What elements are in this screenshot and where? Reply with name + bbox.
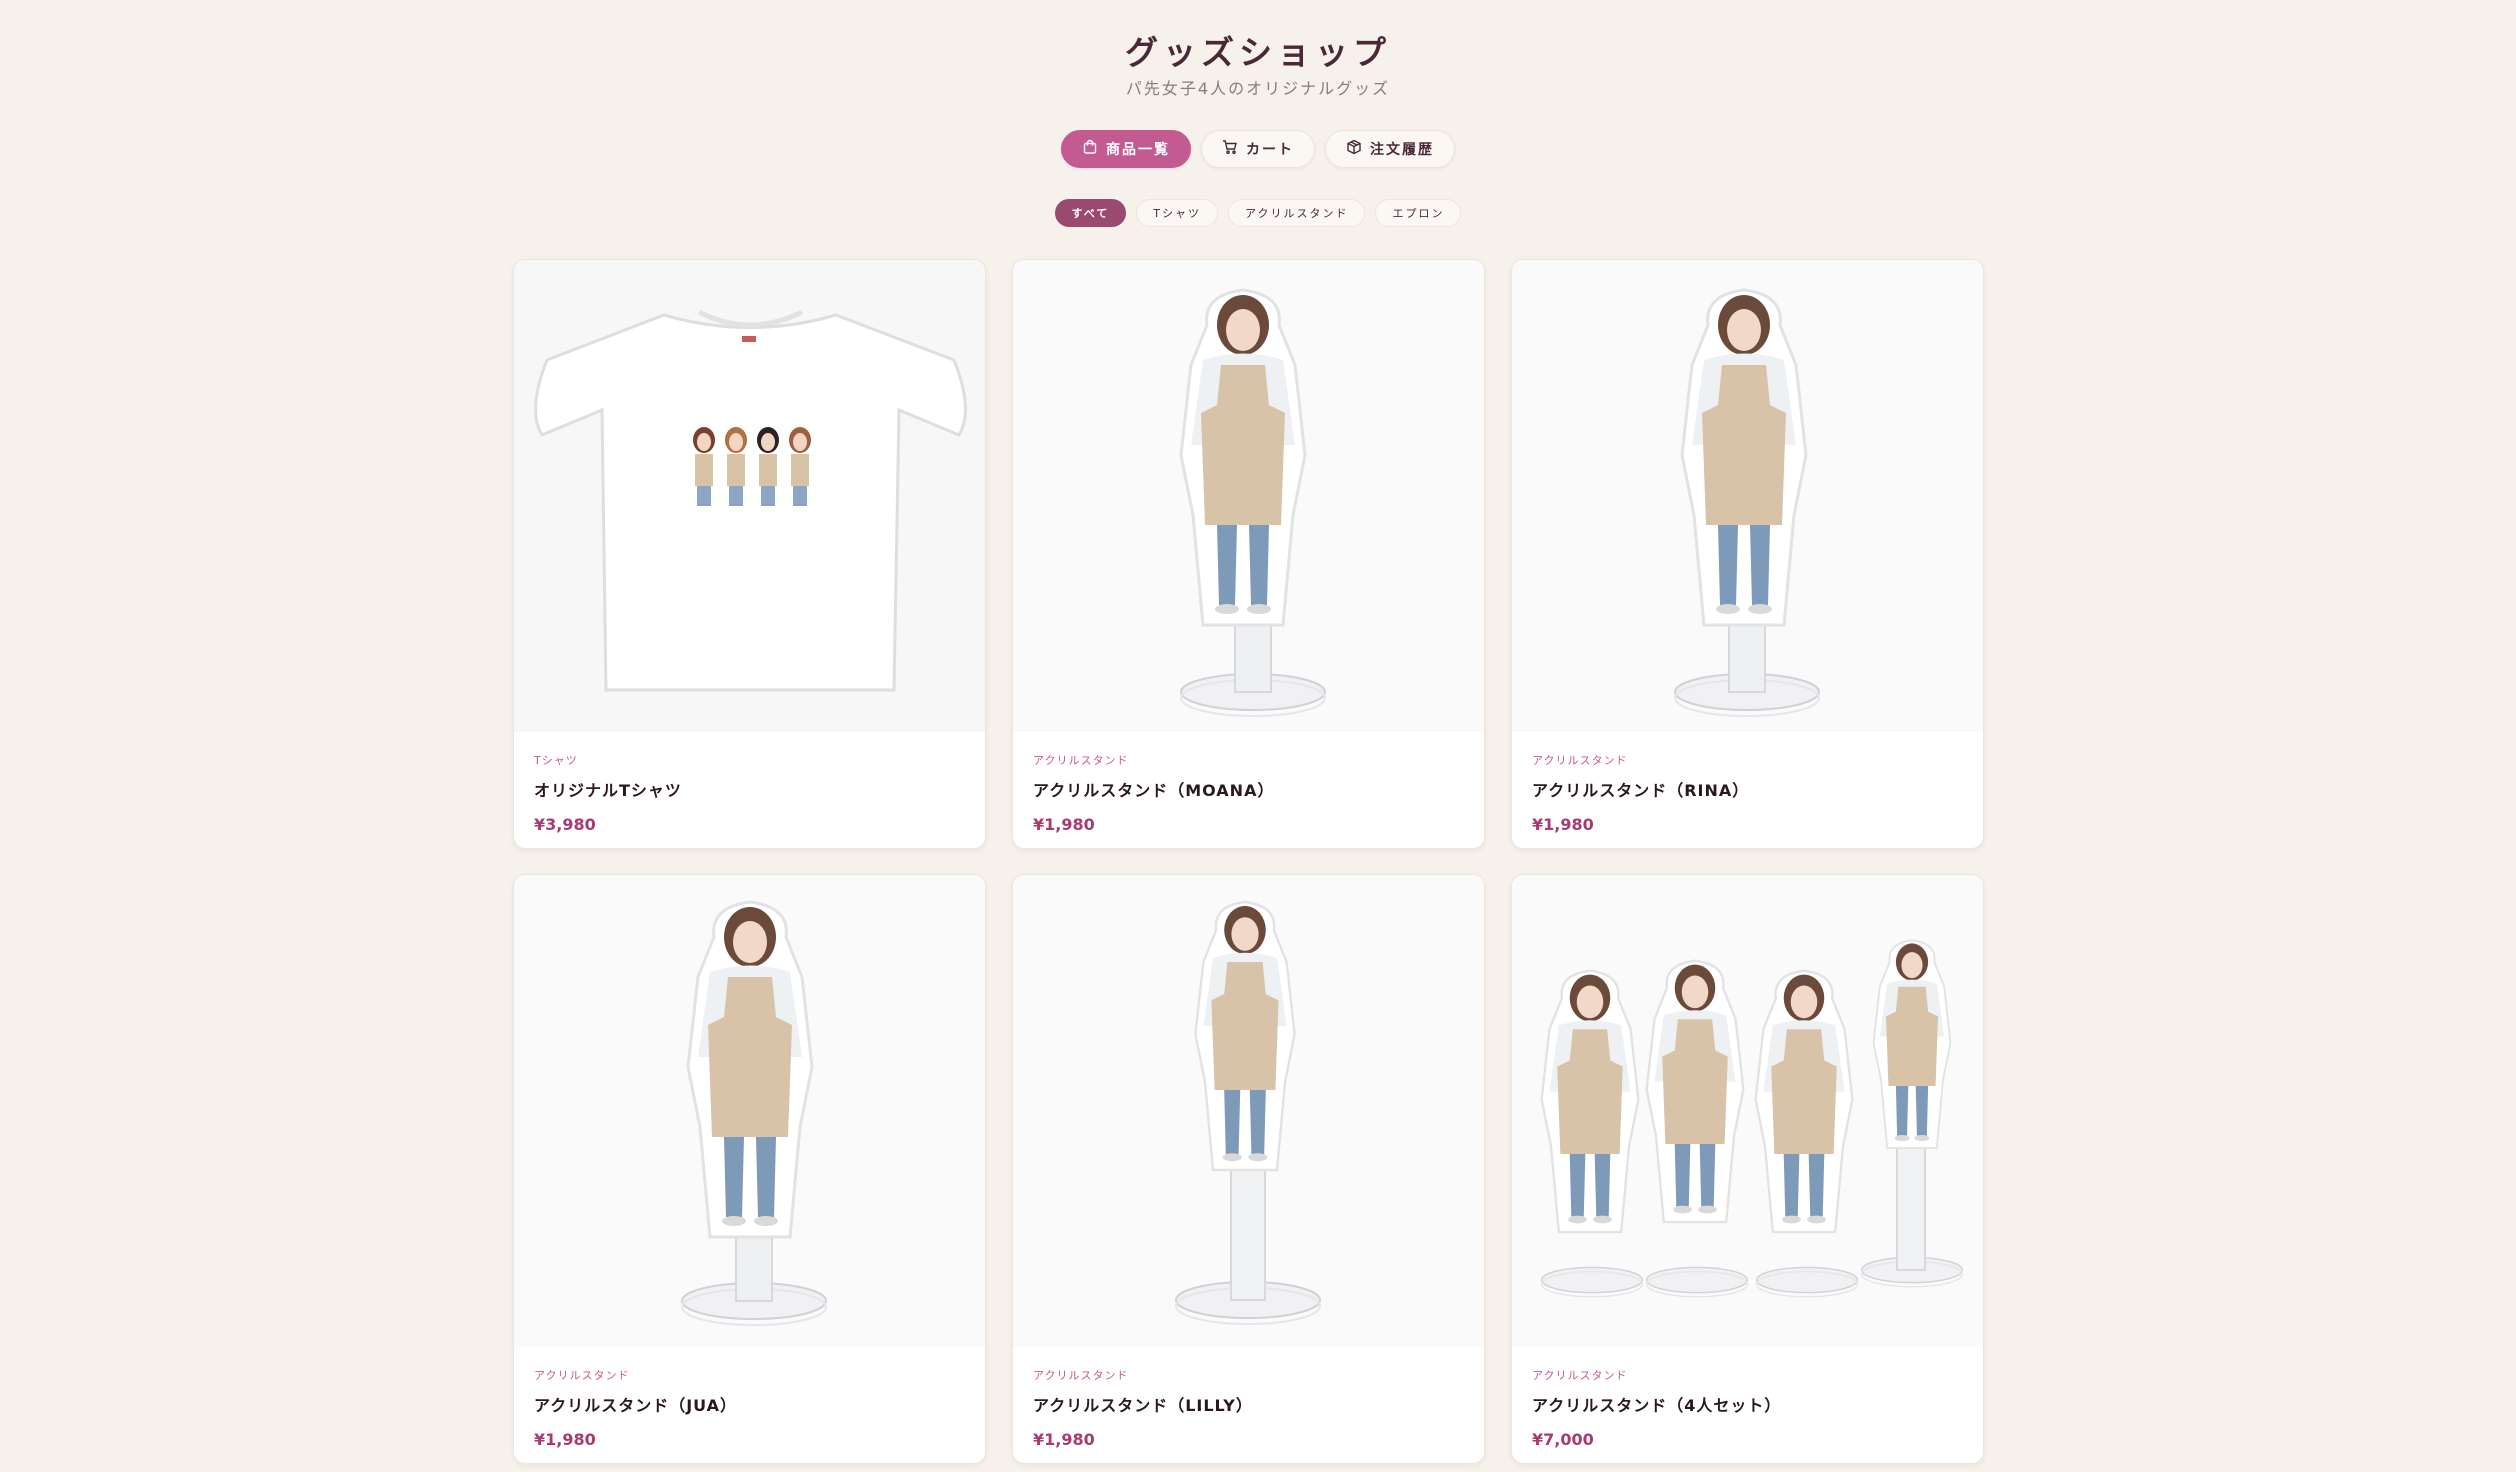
tab-cart[interactable]: カート (1201, 130, 1315, 168)
product-card[interactable]: アクリルスタンド アクリルスタンド（MOANA） ¥1,980 (1012, 259, 1485, 849)
filter-acrylic-stand[interactable]: アクリルスタンド (1228, 199, 1366, 227)
product-price: ¥1,980 (1033, 815, 1095, 834)
product-price: ¥7,000 (1532, 1430, 1594, 1449)
product-name: アクリルスタンド（LILLY） (1033, 1396, 1253, 1415)
product-grid: Tシャツ オリジナルTシャツ ¥3,980 アクリルスタンド アクリルスタンド（… (513, 259, 1985, 1464)
tab-label: 商品一覧 (1106, 142, 1170, 158)
tab-products[interactable]: 商品一覧 (1061, 130, 1191, 168)
product-card[interactable]: アクリルスタンド アクリルスタンド（LILLY） ¥1,980 (1012, 874, 1485, 1464)
product-price: ¥3,980 (534, 815, 596, 834)
main-tabs: 商品一覧 カート 注文履歴 (0, 130, 2516, 168)
product-image-stand-set (1512, 875, 1983, 1347)
tab-orders[interactable]: 注文履歴 (1325, 130, 1455, 168)
filter-tshirt[interactable]: Tシャツ (1136, 199, 1219, 227)
product-image-stand-rina (1512, 260, 1983, 732)
product-price: ¥1,980 (1532, 815, 1594, 834)
product-name: アクリルスタンド（4人セット） (1532, 1396, 1782, 1415)
product-card[interactable]: アクリルスタンド アクリルスタンド（RINA） ¥1,980 (1511, 259, 1984, 849)
product-name: オリジナルTシャツ (534, 781, 682, 800)
filter-all[interactable]: すべて (1054, 199, 1127, 227)
cart-icon (1222, 139, 1238, 159)
tab-label: カート (1246, 142, 1294, 158)
product-image-stand-jua (514, 875, 985, 1347)
product-image-stand-moana (1013, 260, 1484, 732)
product-card[interactable]: アクリルスタンド アクリルスタンド（4人セット） ¥7,000 (1511, 874, 1984, 1464)
product-category: Tシャツ (534, 754, 578, 767)
category-filters: すべて Tシャツ アクリルスタンド エプロン (0, 199, 2516, 227)
package-icon (1346, 139, 1362, 159)
product-name: アクリルスタンド（MOANA） (1033, 781, 1275, 800)
product-name: アクリルスタンド（RINA） (1532, 781, 1750, 800)
page-subtitle: パ先女子4人のオリジナルグッズ (1125, 79, 1391, 98)
product-category: アクリルスタンド (1033, 1369, 1129, 1382)
page-title: グッズショップ (1125, 33, 1391, 72)
filter-apron[interactable]: エプロン (1375, 199, 1462, 227)
product-category: アクリルスタンド (1532, 754, 1628, 767)
product-price: ¥1,980 (534, 1430, 596, 1449)
product-price: ¥1,980 (1033, 1430, 1095, 1449)
shopping-bag-icon (1082, 139, 1098, 159)
product-name: アクリルスタンド（JUA） (534, 1396, 738, 1415)
product-card[interactable]: Tシャツ オリジナルTシャツ ¥3,980 (513, 259, 986, 849)
product-image-stand-lilly (1013, 875, 1484, 1347)
product-category: アクリルスタンド (1033, 754, 1129, 767)
product-category: アクリルスタンド (534, 1369, 630, 1382)
product-category: アクリルスタンド (1532, 1369, 1628, 1382)
product-card[interactable]: アクリルスタンド アクリルスタンド（JUA） ¥1,980 (513, 874, 986, 1464)
tab-label: 注文履歴 (1370, 142, 1434, 158)
product-image-tshirt (514, 260, 985, 732)
